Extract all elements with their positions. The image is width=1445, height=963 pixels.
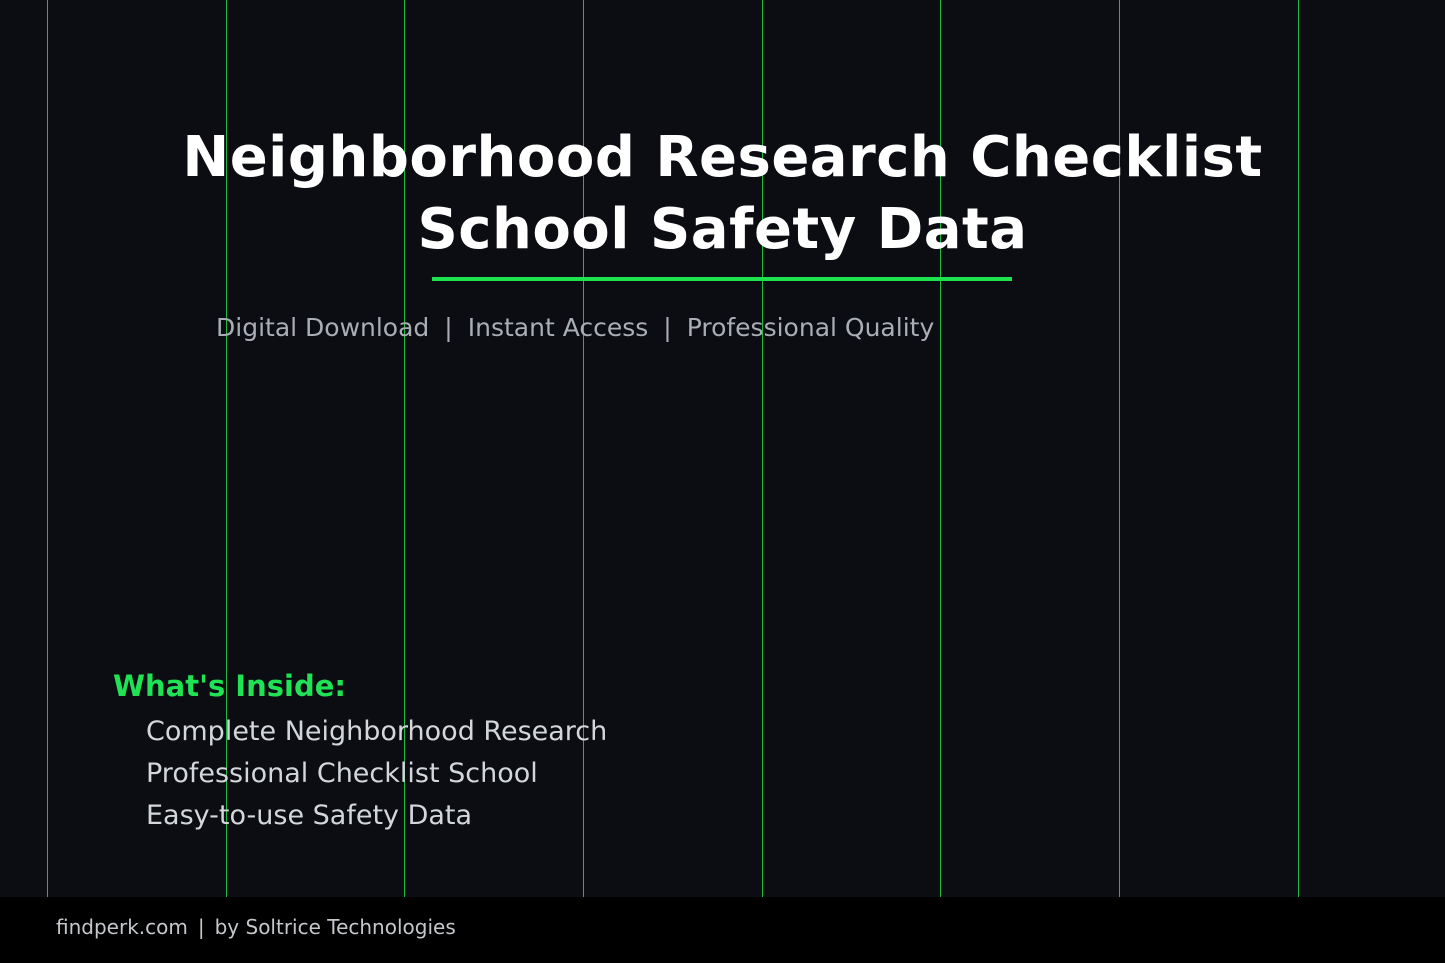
footer-separator: | — [197, 915, 205, 939]
page-title-line-1: Neighborhood Research Checklist — [182, 125, 1263, 190]
page-title-line-2: School Safety Data — [417, 197, 1028, 262]
title-underline — [432, 277, 1012, 281]
feature-professional-quality: Professional Quality — [686, 313, 935, 342]
whats-inside-heading: What's Inside: — [113, 669, 346, 703]
footer-text: findperk.com | by Soltrice Technologies — [56, 897, 456, 957]
list-item: Complete Neighborhood Research — [146, 716, 608, 747]
feature-separator: | — [444, 313, 453, 342]
feature-separator: | — [663, 313, 672, 342]
footer-site-link[interactable]: findperk.com — [56, 915, 188, 939]
feature-strip: Digital Download | Instant Access | Professi… — [216, 309, 934, 347]
footer-bar: findperk.com | by Soltrice Technologies — [0, 897, 1445, 963]
feature-digital-download: Digital Download — [216, 313, 430, 342]
list-item: Professional Checklist School — [146, 758, 538, 789]
list-item: Easy-to-use Safety Data — [146, 800, 473, 831]
footer-credit: by Soltrice Technologies — [214, 915, 456, 939]
product-banner: Neighborhood Research Checklist School S… — [0, 0, 1445, 963]
whats-inside-list: Complete Neighborhood Research Professio… — [146, 711, 607, 837]
feature-instant-access: Instant Access — [467, 313, 649, 342]
